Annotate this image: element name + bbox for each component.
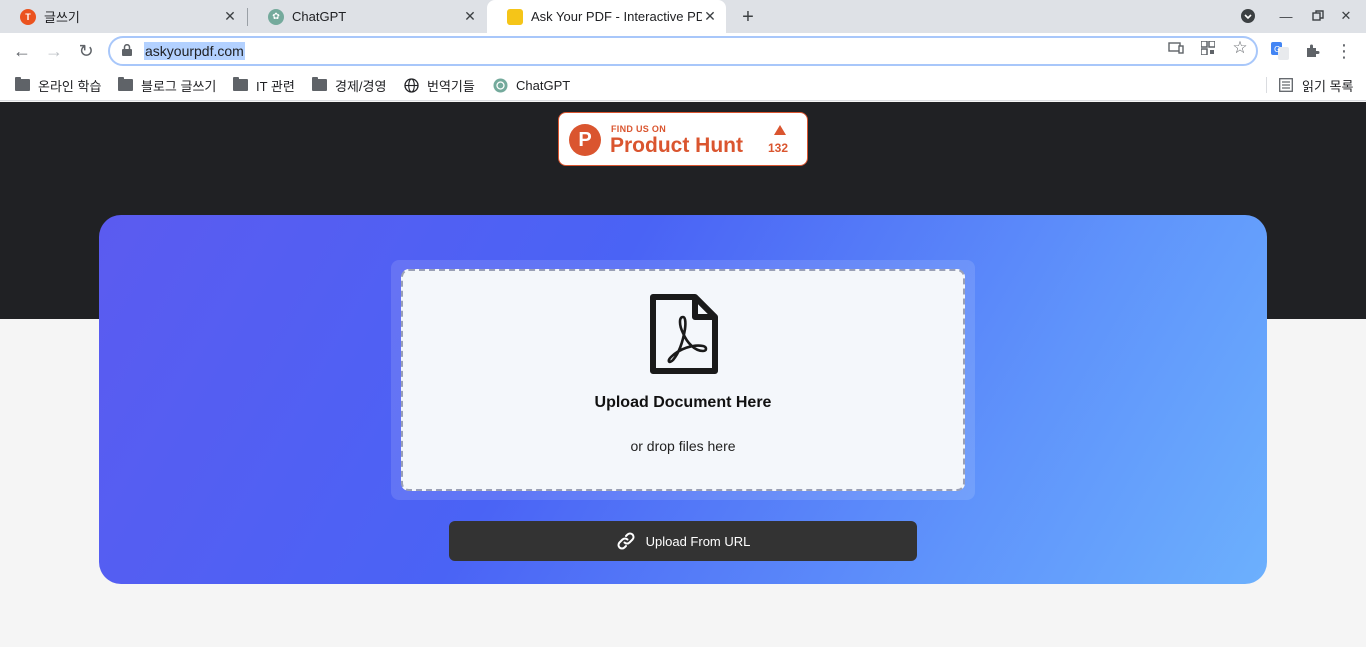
- tab-title: ChatGPT: [292, 9, 347, 24]
- bookmark-online-learning[interactable]: 온라인 학습: [14, 75, 101, 95]
- minimize-icon: —: [1279, 8, 1293, 24]
- tab-askyourpdf[interactable]: Ask Your PDF - Interactive PDF ✕: [487, 0, 726, 33]
- bookmark-translators[interactable]: 번역기들: [403, 75, 475, 95]
- forward-button[interactable]: →: [40, 37, 68, 65]
- close-icon: ✕: [1340, 8, 1352, 23]
- globe-icon: [403, 77, 419, 93]
- product-hunt-caption: FIND US ON: [611, 124, 667, 134]
- product-hunt-icon: P: [569, 124, 601, 156]
- bookmark-it[interactable]: IT 관련: [232, 75, 295, 95]
- upload-from-url-button[interactable]: Upload From URL: [449, 521, 917, 561]
- tab-writing[interactable]: T 글쓰기 ✕: [0, 0, 246, 33]
- tab-chatgpt[interactable]: ✿ ChatGPT ✕: [248, 0, 486, 33]
- reading-list-label: 읽기 목록: [1302, 78, 1354, 94]
- new-tab-button[interactable]: +: [736, 5, 760, 29]
- bookmark-label: 블로그 글쓰기: [141, 78, 217, 94]
- reload-icon: ↻: [78, 40, 94, 61]
- address-bar[interactable]: askyourpdf.com: [108, 36, 1258, 66]
- reload-button[interactable]: ↻: [72, 37, 100, 65]
- chatgpt-icon: ✿: [268, 8, 284, 25]
- restore-button[interactable]: [1308, 6, 1328, 26]
- upvote-count: 132: [768, 141, 789, 155]
- chevron-down-icon: [1241, 9, 1255, 23]
- restore-icon: [1312, 10, 1324, 21]
- askyourpdf-icon: [507, 8, 523, 25]
- upload-from-url-label: Upload From URL: [645, 533, 751, 549]
- arrow-right-icon: →: [45, 40, 63, 61]
- bookmark-label: IT 관련: [256, 78, 295, 94]
- upload-subtitle: or drop files here: [630, 438, 736, 454]
- close-icon[interactable]: ✕: [702, 8, 718, 25]
- window-close-button[interactable]: ✕: [1336, 6, 1356, 26]
- close-icon[interactable]: ✕: [462, 8, 478, 25]
- link-icon: [617, 532, 635, 550]
- google-translate-icon[interactable]: G: [1268, 39, 1292, 63]
- bookmarks-bar: 온라인 학습 블로그 글쓰기 IT 관련 경제/경영 번역기들 ChatGPT …: [0, 69, 1366, 101]
- minimize-button[interactable]: —: [1276, 6, 1296, 26]
- reading-list-icon: [1278, 78, 1294, 92]
- bookmark-label: ChatGPT: [516, 77, 571, 93]
- tab-search-button[interactable]: [1238, 6, 1258, 26]
- folder-icon: [14, 77, 30, 92]
- bookmark-label: 경제/경영: [335, 78, 387, 94]
- lock-icon: [122, 43, 136, 59]
- upload-hero: Upload Document Here or drop files here …: [99, 215, 1267, 584]
- more-menu-icon[interactable]: ⋮: [1332, 39, 1356, 63]
- star-icon[interactable]: ☆: [1230, 38, 1250, 58]
- folder-icon: [311, 77, 327, 92]
- tistory-icon: T: [20, 8, 36, 25]
- browser-toolbar: ← → ↻ askyourpdf.com ☆ G ⋮: [0, 33, 1366, 69]
- reading-list-button[interactable]: 읽기 목록: [1278, 75, 1353, 95]
- url-text[interactable]: askyourpdf.com: [144, 42, 245, 60]
- upload-title: Upload Document Here: [594, 394, 772, 411]
- tab-strip: T 글쓰기 ✕ ✿ ChatGPT ✕ Ask Your PDF - Inter…: [0, 0, 1366, 33]
- tab-title: 글쓰기: [44, 10, 80, 25]
- folder-icon: [232, 77, 248, 92]
- upload-dropzone-frame: Upload Document Here or drop files here: [391, 260, 975, 500]
- bookmark-economy[interactable]: 경제/경영: [311, 75, 386, 95]
- page-content: P FIND US ON Product Hunt 132 Upload Doc…: [0, 102, 1366, 647]
- chatgpt-icon: [492, 78, 508, 92]
- product-hunt-badge[interactable]: P FIND US ON Product Hunt 132: [558, 112, 808, 166]
- bookmark-label: 번역기들: [427, 78, 475, 94]
- bookmark-blog-writing[interactable]: 블로그 글쓰기: [117, 75, 216, 95]
- upload-dropzone[interactable]: Upload Document Here or drop files here: [401, 269, 965, 491]
- svg-text:G: G: [1274, 45, 1280, 54]
- cast-icon[interactable]: [1166, 38, 1186, 58]
- plus-icon: +: [742, 5, 754, 28]
- close-icon[interactable]: ✕: [222, 8, 238, 25]
- upvote-arrow-icon: [774, 125, 786, 135]
- arrow-left-icon: ←: [13, 40, 31, 61]
- qr-code-icon[interactable]: [1198, 38, 1218, 58]
- tab-title: Ask Your PDF - Interactive PDF: [531, 9, 702, 24]
- back-button[interactable]: ←: [8, 37, 36, 65]
- bookmark-chatgpt[interactable]: ChatGPT: [492, 75, 570, 95]
- folder-icon: [117, 77, 133, 92]
- extensions-icon[interactable]: [1300, 39, 1324, 63]
- bookmark-label: 온라인 학습: [38, 78, 102, 94]
- pdf-file-icon: [650, 294, 718, 374]
- product-hunt-title: Product Hunt: [610, 134, 743, 157]
- bookmark-separator: [1266, 77, 1267, 93]
